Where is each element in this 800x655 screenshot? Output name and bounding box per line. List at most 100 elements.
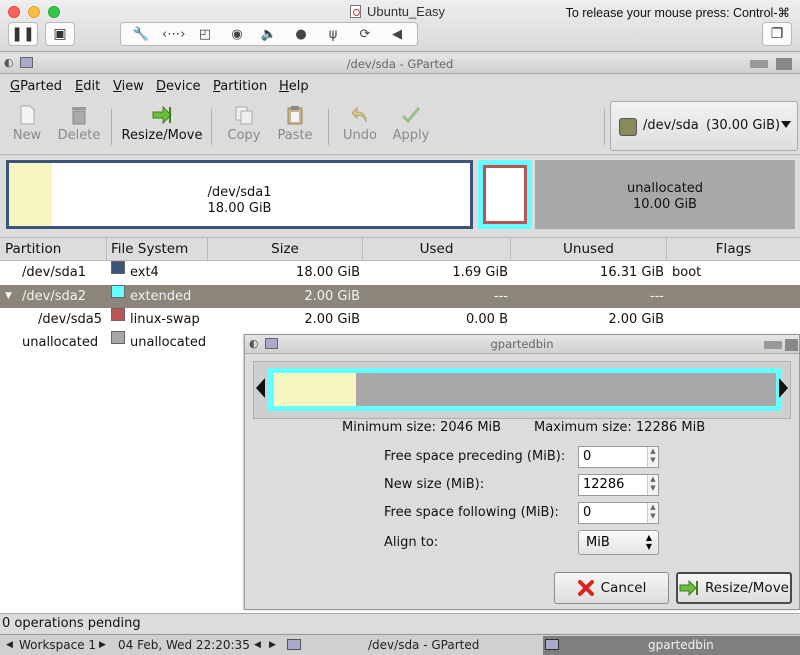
device-name: /dev/sda — [643, 118, 699, 133]
host-window-title: Ubuntu_Easy — [350, 4, 445, 19]
partition-block-sda1[interactable]: /dev/sda1 18.00 GiB — [6, 160, 473, 229]
menu-gparted[interactable]: GParted — [10, 79, 62, 94]
maximum-size-label: Maximum size: 12286 MiB — [534, 420, 706, 435]
host-toolbar: Ubuntu_Easy To release your mouse press:… — [0, 0, 800, 52]
status-bar: 0 operations pending — [0, 613, 800, 633]
window-menu-icon[interactable]: ◐ — [4, 56, 14, 69]
cell-unused: 16.31 GiB — [600, 265, 664, 280]
device-size: (30.00 GiB) — [706, 118, 781, 133]
minimum-size-label: Minimum size: 2046 MiB — [342, 420, 502, 435]
column-header-unused[interactable]: Unused — [511, 238, 667, 261]
minimize-button[interactable] — [764, 341, 782, 349]
cancel-button[interactable]: Cancel — [554, 572, 669, 604]
cell-unused: 2.00 GiB — [608, 312, 664, 327]
partition-block-size: 18.00 GiB — [207, 201, 272, 216]
camera-icon[interactable]: ◉ — [226, 27, 248, 42]
chevron-left-icon[interactable]: ◀ — [386, 27, 408, 42]
pause-button[interactable]: ❚❚ — [8, 22, 38, 46]
partition-block-label: /dev/sda1 18.00 GiB — [9, 185, 470, 217]
resizer-partition-box[interactable] — [268, 368, 782, 411]
resize-move-confirm-button[interactable]: Resize/Move — [676, 572, 792, 604]
table-row[interactable]: /dev/sda5 linux-swap 2.00 GiB 0.00 B 2.0… — [0, 308, 800, 331]
sync-icon[interactable]: ⟳ — [354, 27, 376, 42]
partition-block-sda5[interactable] — [483, 165, 527, 224]
workspace-label[interactable]: Workspace 1 — [19, 638, 96, 652]
menu-device[interactable]: Device — [156, 79, 200, 94]
copy-icon — [235, 106, 253, 125]
resize-move-button[interactable]: Resize/Move — [118, 101, 206, 151]
partition-block-unallocated[interactable]: unallocated 10.00 GiB — [535, 160, 795, 229]
menu-edit[interactable]: Edit — [75, 79, 100, 94]
free-space-following-label: Free space following (MiB): — [384, 505, 559, 520]
new-size-spinbutton[interactable]: 12286 ▲ ▼ — [578, 474, 659, 496]
zoom-window-button[interactable] — [48, 6, 60, 18]
resize-dialog: ◐ gpartedbin Minimum size: 2046 MiB Maxi… — [244, 334, 800, 610]
fullscreen-button[interactable]: ❐ — [762, 22, 792, 46]
task-next-icon[interactable]: ▶ — [269, 640, 276, 650]
resize-left-handle-icon[interactable] — [256, 378, 265, 398]
minimize-window-button[interactable] — [28, 6, 40, 18]
partition-block-name: /dev/sda1 — [207, 185, 272, 200]
unallocated-block-name: unallocated — [626, 181, 704, 196]
column-header-flags[interactable]: Flags — [667, 238, 800, 261]
cell-partition: /dev/sda1 — [22, 265, 86, 280]
network-arrows-icon[interactable]: ‹⋯› — [162, 27, 185, 42]
cancel-x-icon — [577, 580, 594, 596]
window-title: /dev/sda - GParted — [346, 57, 454, 71]
table-row[interactable]: /dev/sda1 ext4 18.00 GiB 1.69 GiB 16.31 … — [0, 261, 800, 284]
spin-arrows-icon[interactable]: ▲ ▼ — [647, 503, 658, 523]
spin-arrows-icon[interactable]: ▲ ▼ — [647, 475, 658, 495]
maximize-button[interactable] — [785, 339, 798, 351]
menu-bar: GParted Edit View Device Partition Help — [0, 75, 800, 99]
device-selector[interactable]: /dev/sda (30.00 GiB) — [610, 101, 798, 151]
task-gparted[interactable]: /dev/sda - GParted — [368, 638, 479, 652]
column-header-size[interactable]: Size — [208, 238, 363, 261]
paste-icon — [287, 106, 303, 125]
wrench-icon[interactable]: 🔧 — [130, 27, 152, 42]
speaker-icon[interactable]: 🔈 — [258, 27, 280, 42]
copy-button[interactable]: Copy — [217, 101, 271, 151]
maximize-button[interactable] — [776, 58, 792, 70]
close-window-button[interactable] — [8, 6, 20, 18]
delete-button[interactable]: Delete — [52, 101, 106, 151]
partition-block-extended[interactable] — [478, 160, 532, 229]
cell-filesystem: unallocated — [130, 335, 207, 350]
menu-help[interactable]: Help — [279, 79, 309, 94]
filesystem-color-swatch — [111, 308, 125, 321]
new-button[interactable]: New — [0, 101, 54, 151]
partition-resizer[interactable] — [253, 361, 791, 419]
column-header-used[interactable]: Used — [363, 238, 511, 261]
column-header-filesystem[interactable]: File System — [107, 238, 208, 261]
task-gpartedbin[interactable]: gpartedbin — [543, 636, 800, 655]
disk-icon[interactable]: ◰ — [194, 27, 216, 42]
task-prev-icon[interactable]: ◀ — [254, 640, 261, 650]
paste-label: Paste — [277, 128, 313, 143]
align-to-value: MiB — [586, 535, 610, 550]
paste-button[interactable]: Paste — [268, 101, 322, 151]
align-to-label: Align to: — [384, 535, 439, 550]
filesystem-color-swatch — [111, 285, 125, 298]
record-icon[interactable]: ● — [290, 27, 312, 42]
column-header-partition[interactable]: Partition — [0, 238, 107, 261]
snapshot-button[interactable]: ▣ — [45, 22, 75, 46]
usb-icon[interactable]: ψ — [322, 27, 344, 42]
spin-arrows-icon[interactable]: ▲ ▼ — [647, 447, 658, 467]
free-space-preceding-spinbutton[interactable]: 0 ▲ ▼ — [578, 446, 659, 468]
apply-button[interactable]: Apply — [384, 101, 438, 151]
disk-map: /dev/sda1 18.00 GiB unallocated 10.00 Gi… — [0, 156, 800, 236]
workspace-next-icon[interactable]: ▶ — [99, 640, 106, 650]
resize-right-handle-icon[interactable] — [779, 378, 788, 398]
cell-size: 18.00 GiB — [296, 265, 360, 280]
table-row[interactable]: ▼ /dev/sda2 extended 2.00 GiB --- --- — [0, 285, 800, 308]
menu-partition[interactable]: Partition — [213, 79, 267, 94]
undo-button[interactable]: Undo — [333, 101, 387, 151]
free-space-following-spinbutton[interactable]: 0 ▲ ▼ — [578, 502, 659, 524]
expander-icon[interactable]: ▼ — [5, 285, 12, 308]
minimize-button[interactable] — [750, 60, 768, 68]
combo-arrows-icon: ▲ ▼ — [645, 533, 652, 551]
menu-view[interactable]: View — [113, 79, 144, 94]
resize-move-confirm-label: Resize/Move — [704, 580, 789, 596]
workspace-prev-icon[interactable]: ◀ — [6, 640, 13, 650]
align-to-combobox[interactable]: MiB ▲ ▼ — [578, 530, 659, 555]
table-header: Partition File System Size Used Unused F… — [0, 237, 800, 261]
